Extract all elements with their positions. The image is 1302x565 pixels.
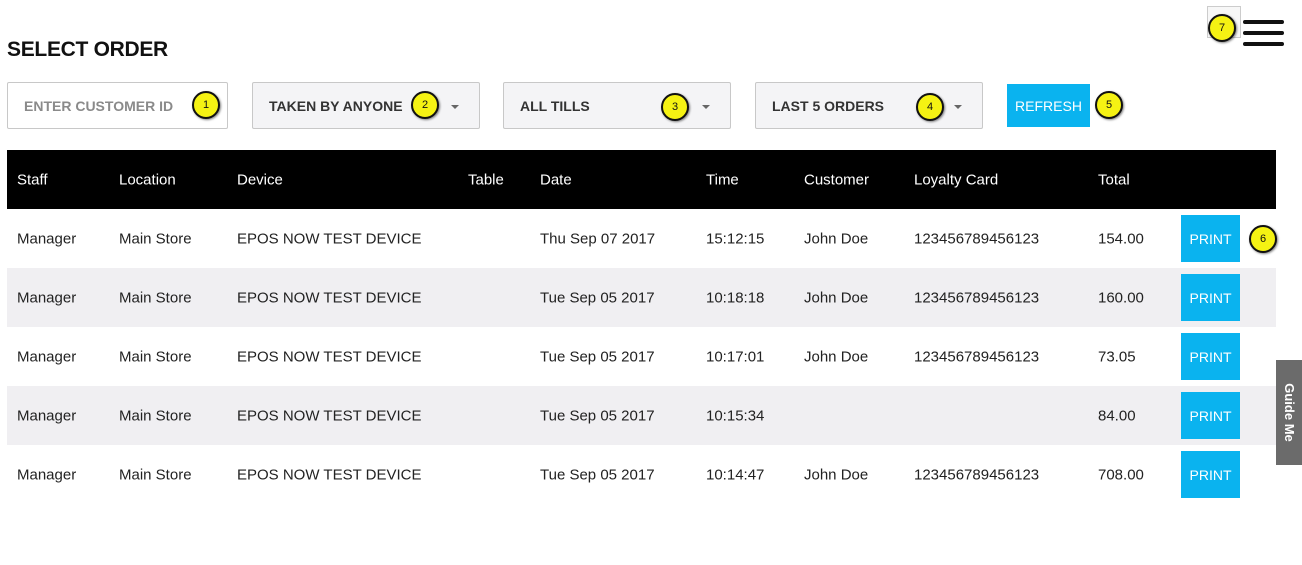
header-date: Date xyxy=(540,171,572,188)
cell-time: 10:14:47 xyxy=(706,466,765,483)
cell-location: Main Store xyxy=(119,466,192,483)
cell-time: 10:15:34 xyxy=(706,407,765,424)
taken-by-select[interactable]: TAKEN BY ANYONE xyxy=(252,82,480,129)
chevron-down-icon xyxy=(451,105,459,109)
cell-time: 15:12:15 xyxy=(706,230,765,247)
orders-table: Staff Location Device Table Date Time Cu… xyxy=(7,150,1276,504)
cell-device: EPOS NOW TEST DEVICE xyxy=(237,230,422,247)
cell-total: 160.00 xyxy=(1098,289,1144,306)
header-staff: Staff xyxy=(17,171,48,188)
cell-customer: John Doe xyxy=(804,289,869,306)
refresh-button[interactable]: REFRESH xyxy=(1007,84,1090,127)
cell-loyalty-card: 123456789456123 xyxy=(914,289,1040,306)
cell-loyalty-card: 123456789456123 xyxy=(914,466,1040,483)
cell-loyalty-card: 123456789456123 xyxy=(914,230,1040,247)
callout-badge-2: 2 xyxy=(411,91,439,119)
guide-me-tab[interactable]: Guide Me xyxy=(1276,360,1302,465)
cell-date: Tue Sep 05 2017 xyxy=(540,289,655,306)
print-button[interactable]: PRINT xyxy=(1181,215,1240,262)
print-button[interactable]: PRINT xyxy=(1181,333,1240,380)
table-row[interactable]: Manager Main Store EPOS NOW TEST DEVICE … xyxy=(7,386,1276,445)
cell-location: Main Store xyxy=(119,289,192,306)
table-header: Staff Location Device Table Date Time Cu… xyxy=(7,150,1276,209)
cell-customer: John Doe xyxy=(804,466,869,483)
hamburger-menu-icon[interactable] xyxy=(1243,18,1284,48)
cell-staff: Manager xyxy=(17,230,77,247)
header-loyalty-card: Loyalty Card xyxy=(914,171,999,188)
table-row[interactable]: Manager Main Store EPOS NOW TEST DEVICE … xyxy=(7,268,1276,327)
table-row[interactable]: Manager Main Store EPOS NOW TEST DEVICE … xyxy=(7,209,1276,268)
orders-select[interactable]: LAST 5 ORDERS xyxy=(755,82,983,129)
header-device: Device xyxy=(237,171,283,188)
cell-total: 73.05 xyxy=(1098,348,1136,365)
tills-value: ALL TILLS xyxy=(520,97,590,114)
guide-me-label: Guide Me xyxy=(1281,383,1297,442)
orders-value: LAST 5 ORDERS xyxy=(772,97,885,114)
header-customer: Customer xyxy=(804,171,870,188)
cell-device: EPOS NOW TEST DEVICE xyxy=(237,348,422,365)
print-button[interactable]: PRINT xyxy=(1181,451,1240,498)
cell-customer: John Doe xyxy=(804,230,869,247)
callout-badge-3: 3 xyxy=(661,93,689,121)
chevron-down-icon xyxy=(702,105,710,109)
taken-by-value: TAKEN BY ANYONE xyxy=(269,97,403,114)
cell-total: 708.00 xyxy=(1098,466,1144,483)
cell-date: Tue Sep 05 2017 xyxy=(540,407,655,424)
cell-time: 10:17:01 xyxy=(706,348,765,365)
cell-time: 10:18:18 xyxy=(706,289,765,306)
cell-staff: Manager xyxy=(17,407,77,424)
table-row[interactable]: Manager Main Store EPOS NOW TEST DEVICE … xyxy=(7,327,1276,386)
page-title: SELECT ORDER xyxy=(7,38,168,61)
print-button[interactable]: PRINT xyxy=(1181,274,1240,321)
chevron-down-icon xyxy=(954,105,962,109)
cell-total: 84.00 xyxy=(1098,407,1136,424)
cell-location: Main Store xyxy=(119,348,192,365)
header-time: Time xyxy=(706,171,739,188)
cell-date: Thu Sep 07 2017 xyxy=(540,230,656,247)
header-location: Location xyxy=(119,171,176,188)
cell-device: EPOS NOW TEST DEVICE xyxy=(237,407,422,424)
cell-date: Tue Sep 05 2017 xyxy=(540,348,655,365)
cell-device: EPOS NOW TEST DEVICE xyxy=(237,466,422,483)
callout-badge-7: 7 xyxy=(1208,14,1236,42)
cell-staff: Manager xyxy=(17,289,77,306)
cell-staff: Manager xyxy=(17,466,77,483)
callout-badge-4: 4 xyxy=(916,93,944,121)
cell-location: Main Store xyxy=(119,230,192,247)
header-table: Table xyxy=(468,171,504,188)
header-total: Total xyxy=(1098,171,1130,188)
cell-date: Tue Sep 05 2017 xyxy=(540,466,655,483)
cell-customer: John Doe xyxy=(804,348,869,365)
customer-id-input[interactable] xyxy=(24,97,194,114)
cell-location: Main Store xyxy=(119,407,192,424)
callout-badge-5: 5 xyxy=(1095,91,1123,119)
table-row[interactable]: Manager Main Store EPOS NOW TEST DEVICE … xyxy=(7,445,1276,504)
tills-select[interactable]: ALL TILLS xyxy=(503,82,731,129)
print-button[interactable]: PRINT xyxy=(1181,392,1240,439)
callout-badge-1: 1 xyxy=(192,91,220,119)
cell-total: 154.00 xyxy=(1098,230,1144,247)
cell-staff: Manager xyxy=(17,348,77,365)
cell-loyalty-card: 123456789456123 xyxy=(914,348,1040,365)
cell-device: EPOS NOW TEST DEVICE xyxy=(237,289,422,306)
